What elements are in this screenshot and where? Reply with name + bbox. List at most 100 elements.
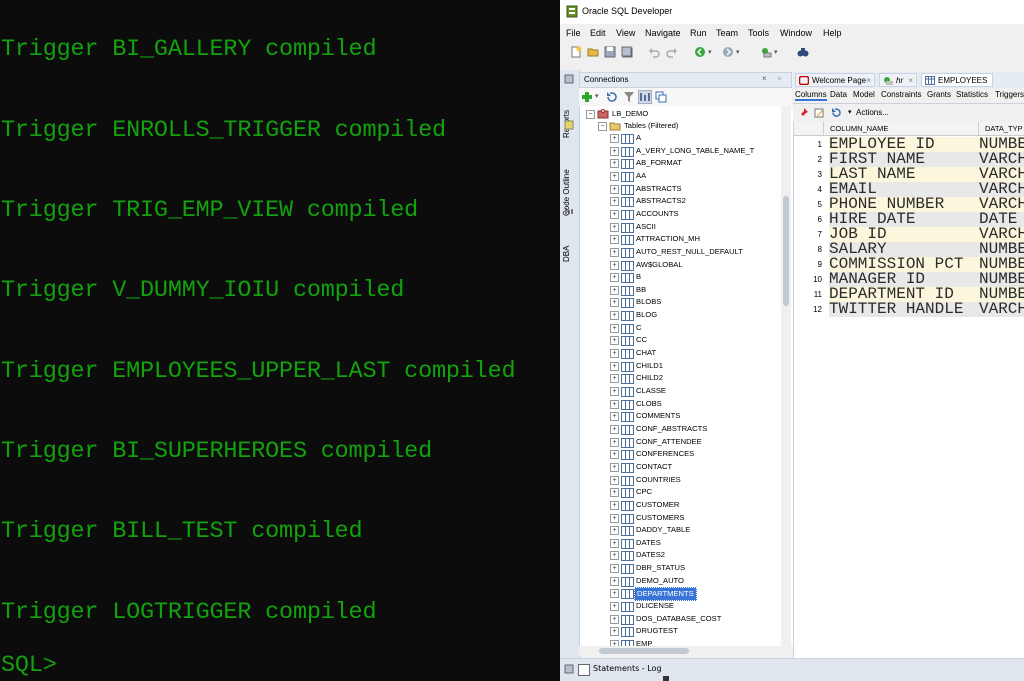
menu-tools[interactable]: Tools [748,28,769,38]
table-row[interactable]: 7 JOB ID VARCH [794,227,1024,242]
column-name-cell[interactable]: MANAGER ID [829,272,979,287]
expand-icon[interactable]: + [610,513,619,523]
collapse-all-icon[interactable] [655,91,667,103]
binoculars-icon[interactable] [797,46,809,58]
column-name-cell[interactable]: COMMISSION PCT [829,257,979,272]
redo-icon[interactable] [666,46,678,58]
expand-icon[interactable]: + [610,538,619,548]
close-tab-icon[interactable]: × [866,74,871,88]
expand-icon[interactable]: + [610,134,619,143]
scrollbar-thumb[interactable] [783,196,789,306]
refresh-grid-icon[interactable] [831,107,842,118]
data-type-cell[interactable]: VARCH [979,197,1024,212]
data-type-cell[interactable]: NUMBE [979,257,1024,272]
expand-icon[interactable]: + [610,222,619,232]
expand-icon[interactable]: + [610,412,619,422]
expand-icon[interactable]: + [610,273,619,283]
expand-icon[interactable]: + [610,551,619,561]
reports-icon[interactable] [564,120,574,130]
expand-icon[interactable]: + [610,336,619,346]
data-type-cell[interactable]: VARCH [979,152,1024,167]
expand-icon[interactable]: + [610,197,619,207]
menu-window[interactable]: Window [780,28,812,38]
tab-employees[interactable]: EMPLOYEES [921,73,993,87]
table-row[interactable]: 9 COMMISSION PCT NUMBE [794,257,1024,272]
data-type-cell[interactable]: NUMBE [979,272,1024,287]
data-type-cell[interactable]: VARCH [979,302,1024,317]
subtab-grants[interactable]: Grants [927,90,951,99]
restore-panel-icon[interactable]: ▫ [778,74,781,83]
data-type-cell[interactable]: VARCH [979,182,1024,197]
column-name-cell[interactable]: EMPLOYEE ID [829,137,979,152]
column-name-cell[interactable]: PHONE NUMBER [829,197,979,212]
column-name-cell[interactable]: DEPARTMENT ID [829,287,979,302]
table-row[interactable]: 5 PHONE NUMBER VARCH [794,197,1024,212]
expand-icon[interactable]: + [610,285,619,295]
code-outline-icon[interactable] [564,206,574,216]
actions-menu[interactable]: Actions... [856,108,889,117]
menu-run[interactable]: Run [690,28,707,38]
columns-grid[interactable]: COLUMN_NAME DATA_TYP 1 EMPLOYEE ID NUMBE 2 F… [793,122,1024,658]
side-tab-dba[interactable]: DBA [562,238,576,262]
expand-icon[interactable]: + [610,576,619,586]
column-name-cell[interactable]: FIRST NAME [829,152,979,167]
expand-icon[interactable]: + [610,235,619,245]
expand-icon[interactable]: + [610,247,619,257]
schema-browser-icon[interactable] [638,90,652,104]
add-dropdown-icon[interactable]: ▾ [595,92,599,100]
expand-icon[interactable]: + [610,361,619,371]
scrollbar-thumb[interactable] [599,648,689,654]
subtab-triggers[interactable]: Triggers [995,90,1024,99]
expand-icon[interactable]: + [610,374,619,384]
column-header-data-type[interactable]: DATA_TYP [979,122,1024,136]
filter-icon[interactable] [623,91,635,103]
save-all-icon[interactable] [621,46,633,58]
expand-icon[interactable]: + [610,589,619,599]
table-row[interactable]: 8 SALARY NUMBE [794,242,1024,257]
data-type-cell[interactable]: VARCH [979,167,1024,182]
undo-icon[interactable] [648,46,660,58]
minimize-panel-icon[interactable]: × [762,74,767,83]
expand-icon[interactable]: + [610,349,619,359]
table-row[interactable]: 4 EMAIL VARCH [794,182,1024,197]
close-tab-icon[interactable]: × [908,74,913,88]
subtab-data[interactable]: Data [830,90,847,99]
tree-vertical-scrollbar[interactable] [781,106,791,646]
collapse-icon[interactable]: − [598,122,607,131]
resize-handle[interactable] [663,676,669,681]
menu-file[interactable]: File [566,28,581,38]
pin-icon[interactable] [798,107,809,118]
back-icon[interactable] [694,46,706,58]
menu-navigate[interactable]: Navigate [645,28,681,38]
table-row[interactable]: 11 DEPARTMENT ID NUMBE [794,287,1024,302]
expand-icon[interactable]: + [610,209,619,219]
tab-hr[interactable]: hr × [879,73,917,87]
subtab-constraints[interactable]: Constraints [881,90,921,99]
menu-help[interactable]: Help [823,28,842,38]
expand-icon[interactable]: + [610,184,619,194]
menu-view[interactable]: View [616,28,635,38]
menu-edit[interactable]: Edit [590,28,606,38]
expand-icon[interactable]: + [610,323,619,333]
expand-icon[interactable]: + [610,500,619,510]
data-type-cell[interactable]: DATE [979,212,1024,227]
column-name-cell[interactable]: TWITTER HANDLE [829,302,979,317]
statements-log-tab[interactable]: Statements - Log [593,664,662,673]
sql-worksheet-icon[interactable] [760,46,772,58]
data-type-cell[interactable]: NUMBE [979,287,1024,302]
expand-icon[interactable]: + [610,311,619,321]
expand-icon[interactable]: + [610,146,619,156]
table-row[interactable]: 3 LAST NAME VARCH [794,167,1024,182]
column-name-cell[interactable]: EMAIL [829,182,979,197]
expand-icon[interactable]: + [610,462,619,472]
column-name-cell[interactable]: JOB ID [829,227,979,242]
data-type-cell[interactable]: VARCH [979,227,1024,242]
tab-welcome-page[interactable]: Welcome Page × [795,73,875,87]
back-dropdown-icon[interactable]: ▾ [708,48,712,56]
edit-icon[interactable] [814,107,825,118]
save-icon[interactable] [604,46,616,58]
expand-icon[interactable]: + [610,627,619,637]
expand-icon[interactable]: + [610,602,619,612]
data-type-cell[interactable]: NUMBE [979,242,1024,257]
expand-icon[interactable]: + [610,159,619,169]
